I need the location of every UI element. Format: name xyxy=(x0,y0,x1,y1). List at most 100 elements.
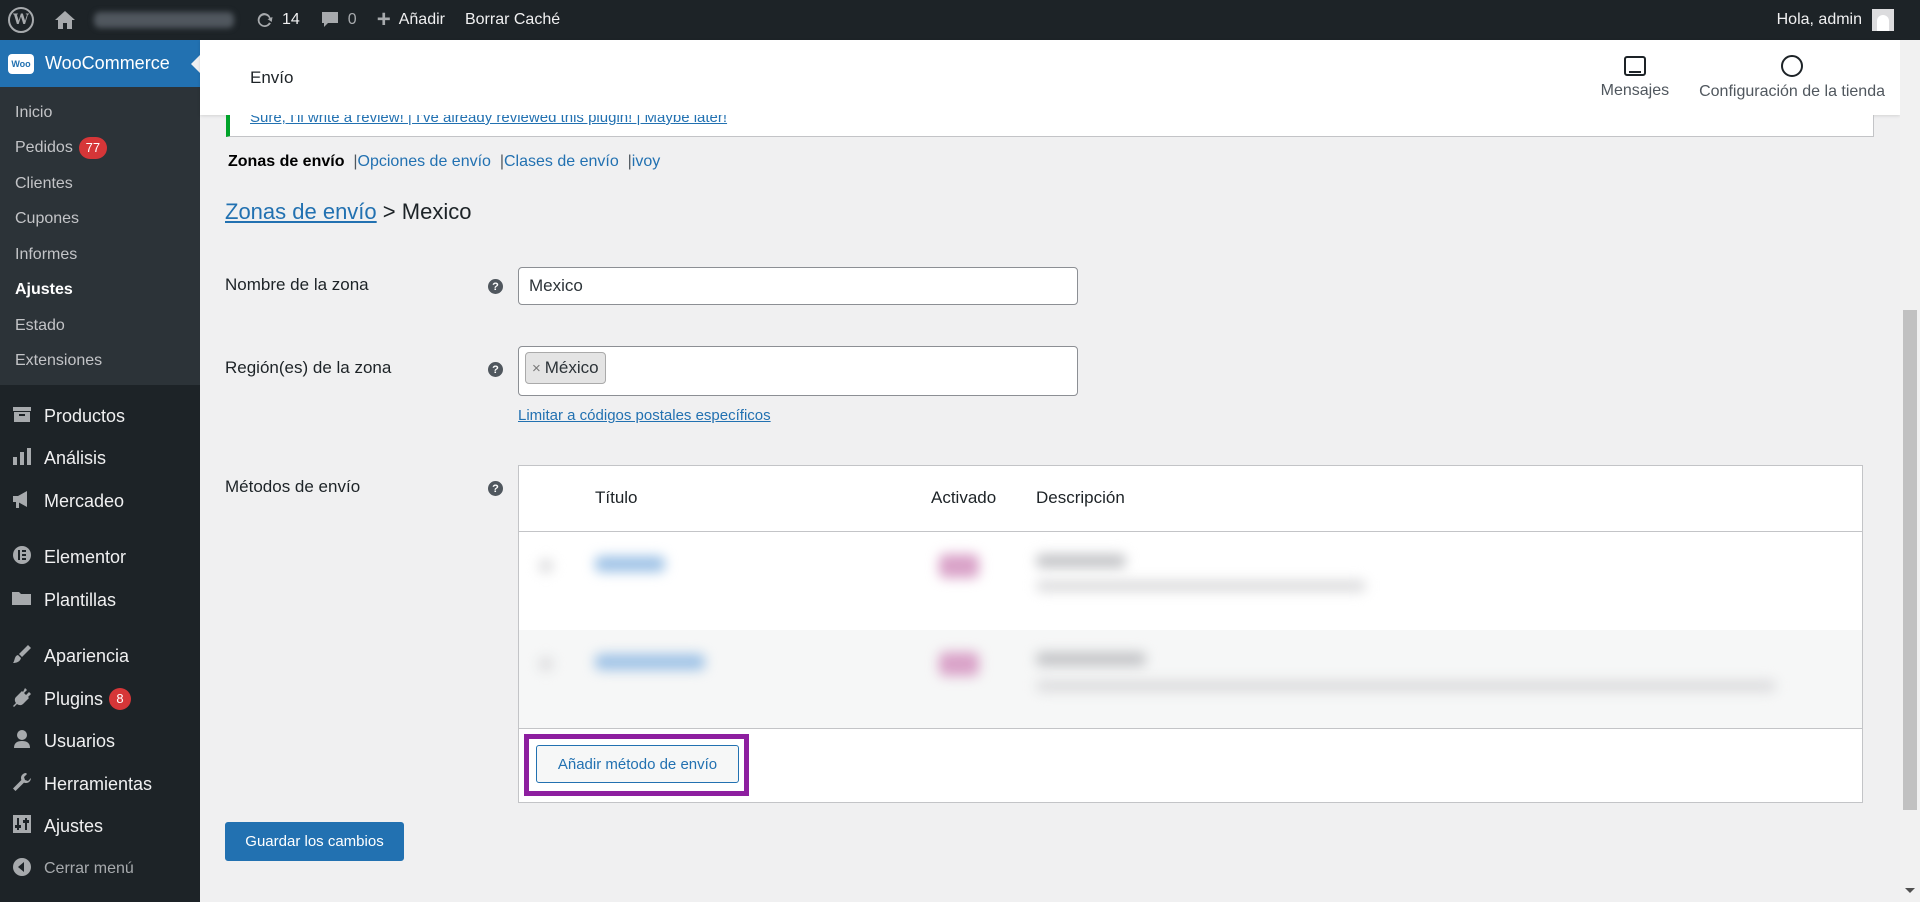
progress-circle-icon xyxy=(1781,54,1804,77)
messages-label: Mensajes xyxy=(1600,81,1670,99)
table-footer: Añadir método de envío xyxy=(519,728,1862,802)
table-row[interactable] xyxy=(519,532,1862,630)
submenu-label: Extensiones xyxy=(15,352,103,370)
user-icon xyxy=(10,729,34,754)
orders-count-badge: 77 xyxy=(78,137,107,160)
plus-icon: + xyxy=(376,6,391,33)
help-icon[interactable]: ? xyxy=(488,279,503,294)
sidebar-item-label: Apariencia xyxy=(44,646,130,667)
zone-name-label: Nombre de la zona xyxy=(225,275,369,294)
home-icon xyxy=(54,10,76,30)
breadcrumb: Zonas de envío > Mexico xyxy=(225,199,471,225)
sidebar-item-label: Elementor xyxy=(44,547,127,568)
sidebar-item-label: Usuarios xyxy=(44,731,116,752)
limit-postcodes-link[interactable]: Limitar a códigos postales específicos xyxy=(518,407,771,424)
sidebar-item-analisis[interactable]: Análisis xyxy=(0,438,200,481)
menu-separator xyxy=(0,622,200,636)
remove-token-icon[interactable]: × xyxy=(532,360,541,377)
sidebar-item-usuarios[interactable]: Usuarios xyxy=(0,721,200,764)
drag-handle-icon[interactable] xyxy=(539,657,553,671)
plugin-icon xyxy=(10,687,34,712)
tab-ivoy[interactable]: ivoy xyxy=(632,153,660,170)
submenu-item-inicio[interactable]: Inicio xyxy=(0,95,200,131)
comments-menu[interactable]: 0 xyxy=(310,0,367,40)
review-notice-links[interactable]: Sure, I'll write a review! | I've alread… xyxy=(250,115,727,126)
enabled-toggle[interactable] xyxy=(939,554,979,578)
new-content-menu[interactable]: + Añadir xyxy=(367,0,455,40)
my-account-menu[interactable]: Hola, admin xyxy=(1777,9,1920,31)
help-icon[interactable]: ? xyxy=(488,362,503,377)
archive-icon xyxy=(10,405,34,428)
wordpress-logo-menu[interactable]: W xyxy=(0,0,44,40)
main-content: Sure, I'll write a review! | I've alread… xyxy=(200,115,1900,902)
wrench-icon xyxy=(10,772,34,797)
folder-icon xyxy=(10,589,34,612)
submenu-label: Ajustes xyxy=(15,281,73,299)
scrollbar-thumb[interactable] xyxy=(1903,310,1917,810)
submenu-item-ajustes[interactable]: Ajustes xyxy=(0,273,200,309)
avatar xyxy=(1872,9,1894,31)
table-row[interactable] xyxy=(519,630,1862,728)
page-scrollbar[interactable] xyxy=(1900,40,1920,902)
add-shipping-method-button[interactable]: Añadir método de envío xyxy=(536,745,739,783)
method-name-blurred xyxy=(1036,554,1126,568)
sidebar-item-ajustes[interactable]: Ajustes xyxy=(0,806,200,849)
submenu-label: Pedidos xyxy=(15,139,73,157)
breadcrumb-zones-link[interactable]: Zonas de envío xyxy=(225,199,377,224)
sidebar-item-elementor[interactable]: Elementor xyxy=(0,537,200,580)
tab-shipping-options[interactable]: Opciones de envío xyxy=(358,153,491,170)
updates-menu[interactable]: 14 xyxy=(244,0,310,40)
shipping-sections-nav: Zonas de envío |Opciones de envío |Clase… xyxy=(228,153,661,170)
submenu-label: Clientes xyxy=(15,174,73,192)
sidebar-item-mercadeo[interactable]: Mercadeo xyxy=(0,480,200,523)
breadcrumb-current: Mexico xyxy=(401,199,472,224)
wordpress-logo-icon: W xyxy=(8,7,34,33)
save-changes-button[interactable]: Guardar los cambios xyxy=(225,822,404,861)
submenu-label: Informes xyxy=(15,245,78,263)
submenu-item-clientes[interactable]: Clientes xyxy=(0,166,200,202)
scroll-down-arrow-icon[interactable] xyxy=(1905,888,1915,898)
region-token: × México xyxy=(525,352,606,384)
submenu-label: Inicio xyxy=(15,103,53,121)
method-title-blurred[interactable] xyxy=(595,556,665,572)
sidebar-item-label: Cerrar menú xyxy=(44,860,134,878)
table-header: Título Activado Descripción xyxy=(519,466,1862,532)
clear-cache-button[interactable]: Borrar Caché xyxy=(455,0,570,40)
sidebar-item-label: WooCommerce xyxy=(45,53,170,73)
collapse-menu-button[interactable]: Cerrar menú xyxy=(0,848,200,891)
sidebar-item-productos[interactable]: Productos xyxy=(0,395,200,438)
page-title: Envío xyxy=(250,67,294,87)
messages-button[interactable]: Mensajes xyxy=(1586,40,1684,115)
drag-handle-icon[interactable] xyxy=(539,559,553,573)
admin-sidebar: Woo WooCommerce Inicio Pedidos 77 Cliente… xyxy=(0,40,201,902)
settings-icon xyxy=(10,814,34,839)
paint-brush-icon xyxy=(10,644,34,669)
sidebar-item-plugins[interactable]: Plugins 8 xyxy=(0,678,200,721)
enabled-toggle[interactable] xyxy=(939,652,979,676)
sidebar-item-label: Análisis xyxy=(44,448,107,469)
help-icon[interactable]: ? xyxy=(488,481,503,496)
submenu-item-estado[interactable]: Estado xyxy=(0,308,200,344)
header-actions: Mensajes Configuración de la tienda xyxy=(1586,40,1900,115)
method-description-blurred xyxy=(1036,680,1776,692)
bar-chart-icon xyxy=(10,447,34,470)
sidebar-item-apariencia[interactable]: Apariencia xyxy=(0,636,200,679)
zone-regions-select[interactable]: × México xyxy=(518,346,1078,396)
sidebar-item-herramientas[interactable]: Herramientas xyxy=(0,763,200,806)
method-name-blurred xyxy=(1036,652,1146,666)
submenu-item-pedidos[interactable]: Pedidos 77 xyxy=(0,131,200,167)
submenu-item-cupones[interactable]: Cupones xyxy=(0,202,200,238)
sidebar-item-woocommerce[interactable]: Woo WooCommerce xyxy=(0,40,201,87)
zone-name-input[interactable]: Mexico xyxy=(518,267,1078,305)
tab-shipping-zones[interactable]: Zonas de envío xyxy=(228,153,344,170)
sidebar-item-plantillas[interactable]: Plantillas xyxy=(0,579,200,622)
zone-regions-label: Región(es) de la zona xyxy=(225,358,392,377)
submenu-item-informes[interactable]: Informes xyxy=(0,237,200,273)
store-setup-button[interactable]: Configuración de la tienda xyxy=(1684,40,1900,115)
region-token-label: México xyxy=(544,358,599,377)
method-title-blurred[interactable] xyxy=(595,654,705,670)
woocommerce-header: Envío Mensajes Configuración de la tiend… xyxy=(200,40,1900,115)
site-name-menu[interactable] xyxy=(44,0,244,40)
submenu-item-extensiones[interactable]: Extensiones xyxy=(0,344,200,380)
tab-shipping-classes[interactable]: Clases de envío xyxy=(504,153,619,170)
